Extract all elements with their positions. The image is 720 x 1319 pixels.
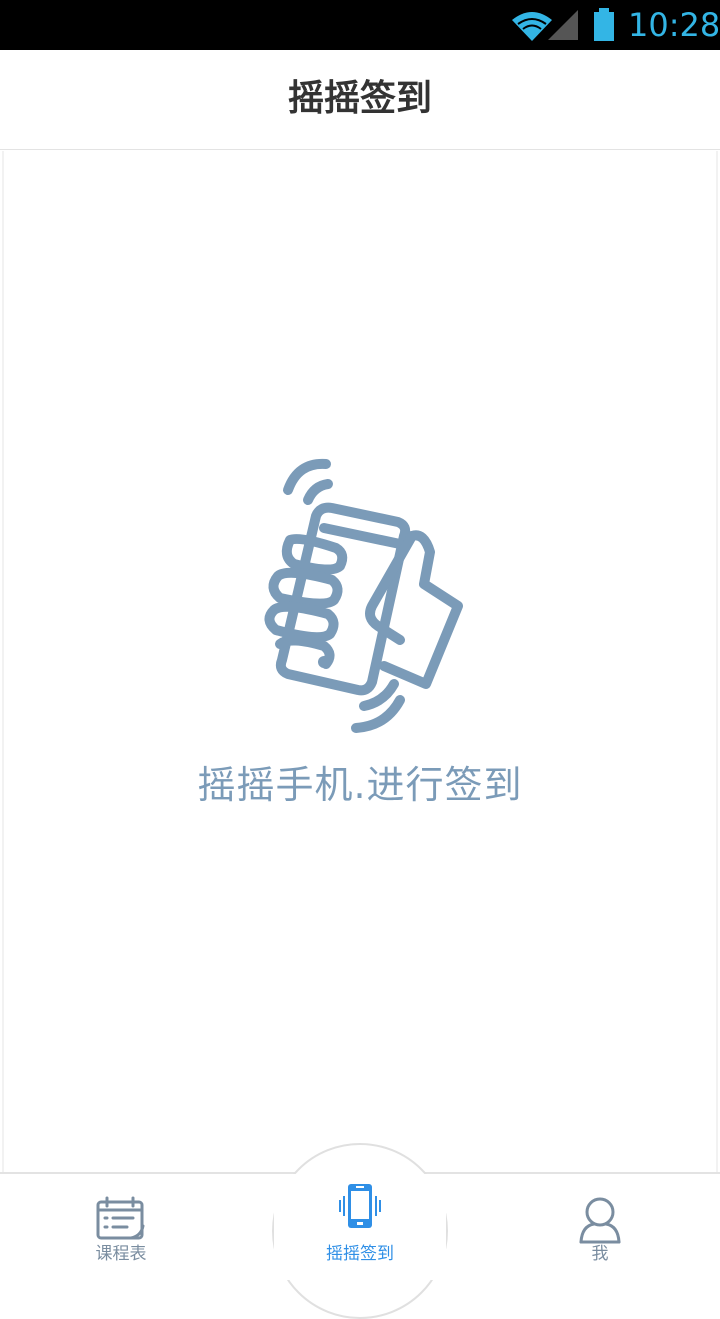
tab-me[interactable]: 我 [540, 1180, 660, 1272]
battery-icon [594, 8, 614, 41]
signal-icon [548, 10, 578, 40]
shake-phone-icon [339, 1184, 381, 1228]
tab-schedule-label: 课程表 [95, 1244, 147, 1264]
app-header: 摇摇签到 [0, 50, 720, 150]
hand-shaking-phone-icon [264, 458, 463, 733]
user-icon [579, 1197, 621, 1244]
tab-me-label: 我 [591, 1244, 609, 1264]
shake-prompt-text: 摇摇手机.进行签到 [197, 763, 523, 807]
tab-schedule[interactable]: 课程表 [61, 1180, 181, 1272]
status-time: 10:28 [628, 6, 720, 44]
tab-shake-checkin[interactable]: 摇摇签到 [300, 1180, 420, 1272]
page-title: 摇摇签到 [287, 78, 432, 119]
calendar-icon [96, 1196, 145, 1240]
tab-shake-label: 摇摇签到 [326, 1244, 394, 1264]
status-bar: 10:28 [0, 0, 720, 50]
